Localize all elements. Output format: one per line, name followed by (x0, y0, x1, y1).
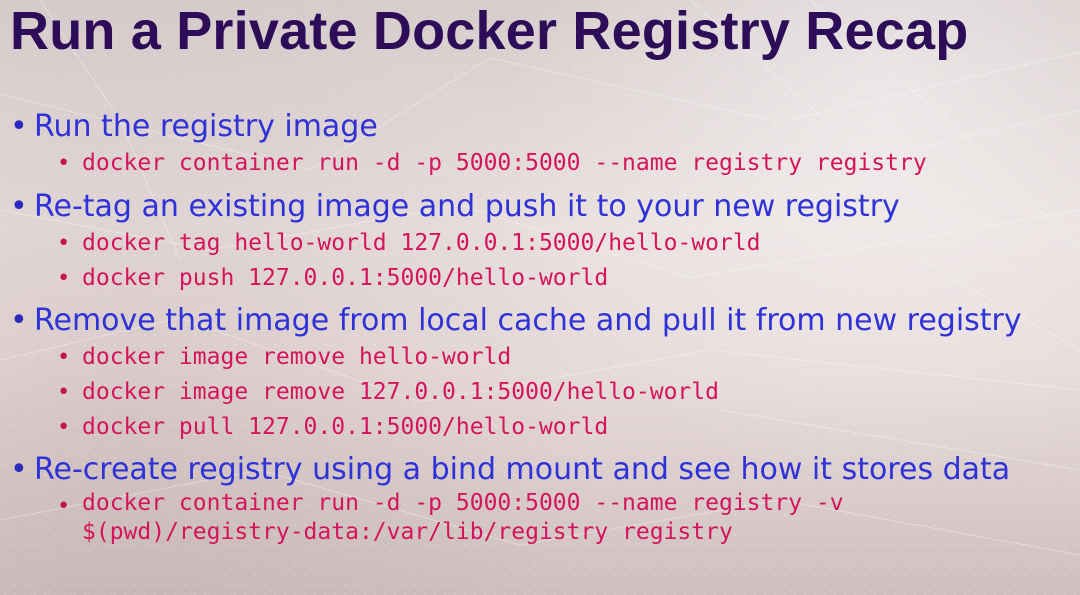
code-docker-tag: docker tag hello-world 127.0.0.1:5000/he… (10, 226, 1075, 261)
bullet-group-retag-push: Re-tag an existing image and push it to … (10, 188, 1075, 296)
bullet-bind-mount: Re-create registry using a bind mount an… (10, 451, 1075, 489)
bullet-group-run-registry: Run the registry image docker container … (10, 108, 1075, 181)
bullet-retag-push: Re-tag an existing image and push it to … (10, 188, 1075, 226)
bullet-remove-pull: Remove that image from local cache and p… (10, 302, 1075, 340)
code-image-remove-local: docker image remove hello-world (10, 340, 1075, 375)
bullet-run-registry: Run the registry image (10, 108, 1075, 146)
code-docker-push: docker push 127.0.0.1:5000/hello-world (10, 261, 1075, 296)
code-bind-mount: docker container run -d -p 5000:5000 --n… (10, 489, 1062, 547)
slide-title: Run a Private Docker Registry Recap (10, 1, 969, 61)
code-run-registry: docker container run -d -p 5000:5000 --n… (10, 146, 1075, 181)
code-image-remove-registry: docker image remove 127.0.0.1:5000/hello… (10, 375, 1075, 410)
bullet-group-bind-mount: Re-create registry using a bind mount an… (10, 451, 1075, 547)
bullet-group-remove-pull: Remove that image from local cache and p… (10, 302, 1075, 445)
code-docker-pull: docker pull 127.0.0.1:5000/hello-world (10, 410, 1075, 445)
slide-content: Run the registry image docker container … (10, 108, 1075, 547)
slide: Run a Private Docker Registry Recap Run … (0, 0, 1080, 595)
